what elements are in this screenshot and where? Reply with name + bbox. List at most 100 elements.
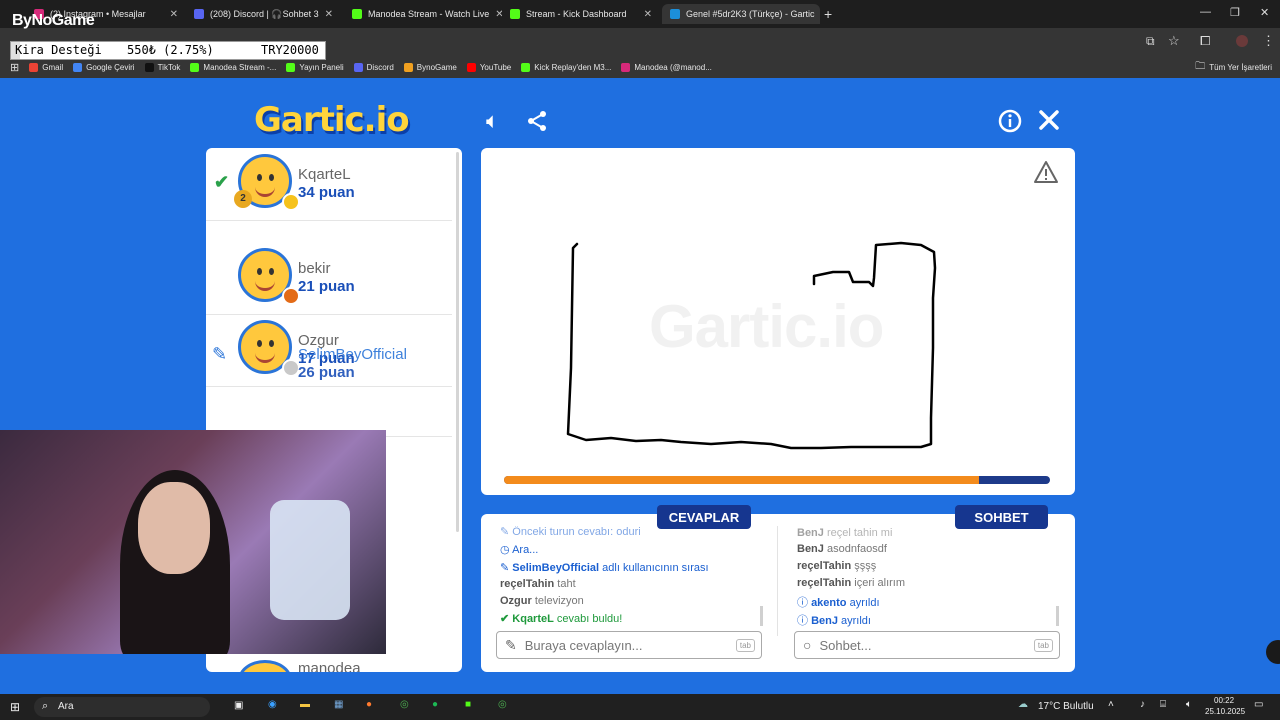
cast-icon[interactable]: ⧉ [1146, 34, 1155, 49]
player-score: 34 puan [298, 184, 355, 201]
gartic-logo-text: Gartic.io [254, 100, 410, 140]
network-icon[interactable]: ⌸ [1160, 699, 1166, 710]
close-icon[interactable] [1038, 109, 1060, 131]
menu-icon[interactable]: ⋮ [1262, 33, 1275, 49]
pencil-icon: ✎ [500, 562, 513, 574]
chat-header: SOHBET [955, 505, 1048, 529]
answers-scrollbar[interactable] [760, 606, 763, 626]
weather-label[interactable]: 17°C Bulutlu [1038, 701, 1094, 712]
tab-gartic[interactable]: Genel #5dr2K3 (Türkçe) - Gartic ✕ [662, 4, 820, 24]
spotify-icon[interactable]: ● [432, 699, 438, 710]
floating-side-button[interactable] [1266, 640, 1280, 664]
bookmark-manodea-stream[interactable]: Manodea Stream -... [190, 62, 276, 72]
chat-user: BenJ [797, 543, 824, 555]
bookmark-star-icon[interactable]: ☆ [1168, 33, 1180, 49]
bookmark-label: TikTok [157, 62, 181, 72]
tab-title: (208) Discord | 🎧Sohbet 3 [210, 8, 319, 19]
kick-icon [521, 62, 531, 72]
answer-user: KqarteL [512, 613, 554, 625]
overlapping-player-name: SelimBeyOfficial [298, 346, 407, 363]
chat-input[interactable]: ○ Sohbet... tab [794, 631, 1060, 659]
discord-icon [194, 9, 204, 19]
obs-icon[interactable]: ■ [465, 699, 471, 710]
answer-user: Ozgur [500, 595, 532, 607]
maximize-icon[interactable]: ❐ [1230, 6, 1240, 19]
edge-icon[interactable]: ◉ [268, 699, 277, 710]
round-timer-bar [504, 476, 1050, 484]
info-small-icon: ⓘ [797, 615, 812, 627]
bookmark-label: Yayın Paneli [299, 62, 344, 72]
panel-divider [777, 526, 778, 636]
answer-message: Ozgur televizyon [500, 595, 584, 607]
streamer-face [138, 482, 210, 574]
tab-kick-stream[interactable]: Manodea Stream - Watch Live ✕ [344, 4, 502, 24]
answer-message: ✎ Önceki turun cevabı: oduri [500, 525, 641, 538]
window-close-icon[interactable]: ✕ [1260, 6, 1269, 19]
notification-icon[interactable]: ▭ [1254, 699, 1263, 710]
apps-icon[interactable]: ⊞ [10, 61, 19, 74]
player-list-scrollbar[interactable] [456, 152, 459, 532]
answers-header: CEVAPLAR [657, 505, 751, 529]
close-tab-icon[interactable]: ✕ [495, 9, 502, 20]
close-tab-icon[interactable]: ✕ [644, 9, 652, 20]
chrome-active-icon[interactable]: ◎ [498, 699, 507, 710]
taskbar-time[interactable]: 00:22 [1214, 696, 1234, 705]
avatar [238, 660, 292, 672]
all-bookmarks[interactable]: 🗀 Tüm Yer İşaretleri [1195, 59, 1272, 76]
bookmark-tiktok[interactable]: TikTok [144, 62, 181, 72]
share-icon[interactable] [526, 110, 548, 132]
player-row[interactable]: ✔ 2 KqarteL 34 puan [206, 148, 452, 221]
bynogame-logo: ByNoGame [12, 12, 95, 30]
bookmark-kick-replay[interactable]: Kick Replay'den M3... [521, 62, 611, 72]
file-explorer-icon[interactable]: ▬ [300, 699, 310, 710]
bookmark-discord[interactable]: Discord [353, 62, 394, 72]
bookmark-label: Manodea (@manod... [634, 62, 712, 72]
tiktok-icon [144, 62, 154, 72]
player-row[interactable]: ✎ Ozgur 17 puan SelimBeyOfficial 26 puan [206, 314, 452, 387]
windows-taskbar: ⊞ ⌕ Ara ▣ ◉ ▬ ▦ ● ◎ ● ■ ◎ ☁ 17°C Bulutlu… [0, 694, 1280, 720]
bookmark-gmail[interactable]: Gmail [29, 62, 63, 72]
chrome-icon[interactable]: ◎ [400, 699, 409, 710]
firefox-icon[interactable]: ● [366, 699, 372, 710]
bookmark-youtube[interactable]: YouTube [466, 62, 511, 72]
bookmark-bynogame[interactable]: BynoGame [403, 62, 457, 72]
store-icon[interactable]: ▦ [334, 699, 343, 710]
tray-chevron-icon[interactable]: ˄ [1108, 699, 1114, 710]
answer-user: reçelTahin [500, 578, 555, 590]
drawing-canvas[interactable]: Gartic.io [481, 148, 1075, 495]
task-view-icon[interactable]: ▣ [234, 700, 243, 711]
sound-icon[interactable]: 🔈︎ [486, 108, 499, 134]
taskbar-search[interactable]: ⌕ Ara [34, 697, 210, 717]
chat-scrollbar[interactable] [1056, 606, 1059, 626]
bookmark-yayin-paneli[interactable]: Yayın Paneli [286, 62, 344, 72]
chat-text: ayrıldı [849, 597, 880, 609]
close-tab-icon[interactable]: ✕ [170, 9, 178, 20]
bookmark-translate[interactable]: Google Çeviri [73, 62, 135, 72]
player-row[interactable]: bekir 21 puan [206, 242, 452, 315]
taskbar-date[interactable]: 25.10.2025 [1205, 707, 1245, 716]
answer-input[interactable]: ✎ Buraya cevaplayın... tab [496, 631, 762, 659]
volume-icon[interactable]: 🔈︎ [1186, 699, 1192, 710]
info-small-icon: ⓘ [797, 597, 812, 609]
donation-label: Kira Desteği [15, 43, 102, 57]
extensions-icon[interactable]: ⧠ [1200, 33, 1210, 49]
tab-discord[interactable]: (208) Discord | 🎧Sohbet 3 ✕ [186, 4, 336, 24]
donation-amount: 550₺ (2.75%) [127, 43, 214, 57]
tab-kick-dashboard[interactable]: Stream - Kick Dashboard ✕ [502, 4, 660, 24]
windows-start-icon[interactable]: ⊞ [10, 700, 20, 714]
new-tab-icon[interactable]: + [824, 6, 832, 22]
microphone-icon[interactable]: ♪ [1140, 699, 1145, 710]
close-tab-icon[interactable]: ✕ [325, 9, 333, 20]
donation-goal-bar: Kira Desteği 550₺ (2.75%) TRY20000 [10, 41, 326, 60]
profile-avatar[interactable] [1236, 35, 1248, 47]
chat-text: şşşş [854, 560, 877, 572]
drawing-pencil-icon: ✎ [212, 344, 228, 364]
answer-user: SelimBeyOfficial [512, 562, 600, 574]
info-icon[interactable] [998, 109, 1022, 133]
taskbar-search-label: Ara [58, 701, 74, 712]
answer-message: ✔ KqarteL cevabı buldu! [500, 612, 622, 625]
minimize-icon[interactable]: — [1200, 6, 1211, 18]
bookmark-manodea-instagram[interactable]: Manodea (@manod... [621, 62, 712, 72]
kick-icon [510, 9, 520, 19]
search-icon: ○ [803, 637, 812, 653]
